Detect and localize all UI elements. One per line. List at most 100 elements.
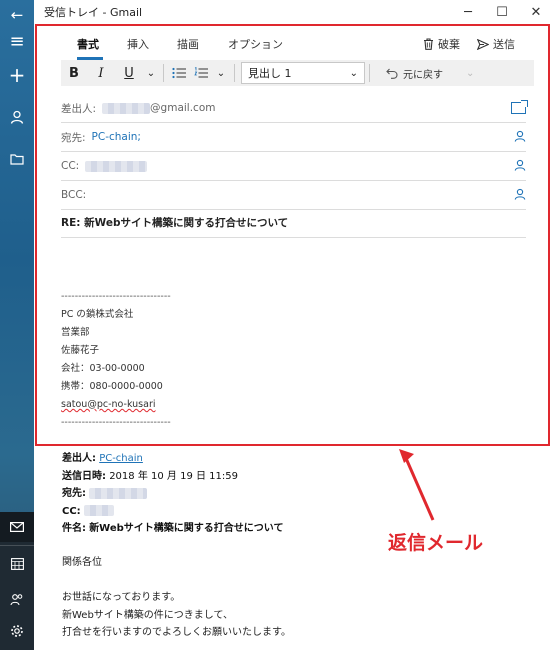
send-plane-icon: [477, 38, 489, 50]
signature-name: 佐藤花子: [61, 345, 100, 356]
toolbar-separator: [369, 64, 370, 82]
ribbon-tabs: 書式 挿入 描画 オプション 破棄 送信: [77, 36, 548, 60]
cc-value: [85, 160, 148, 172]
quoted-to: 宛先:: [62, 485, 284, 503]
from-domain: @gmail.com: [150, 102, 216, 114]
person-icon: [514, 130, 526, 142]
person-icon: [10, 110, 24, 124]
people-icon[interactable]: [0, 584, 34, 614]
italic-button[interactable]: I: [87, 60, 115, 86]
bcc-label: BCC:: [61, 189, 87, 201]
settings-gear-icon[interactable]: [0, 616, 34, 646]
hamburger-menu-icon[interactable]: ≡: [0, 26, 34, 56]
heading-style-select[interactable]: 見出し 1 ⌄: [241, 62, 365, 84]
quoted-sent-label: 送信日時:: [62, 470, 106, 482]
minimize-button[interactable]: ─: [451, 0, 485, 24]
chevron-down-icon: ⌄: [349, 67, 358, 79]
people-glyph-icon: [10, 593, 23, 605]
maximize-button[interactable]: ☐: [485, 0, 519, 24]
signature-email: satou@pc-no-kusari: [61, 399, 156, 410]
person-icon: [514, 188, 526, 200]
heading-style-value: 見出し 1: [248, 67, 292, 80]
redacted-text: [89, 487, 148, 499]
bcc-field[interactable]: BCC:: [61, 181, 526, 210]
font-options-dropdown[interactable]: ⌄: [143, 60, 159, 86]
signature-company: PC の鎖株式会社: [61, 309, 134, 320]
quoted-subject-value: 新Webサイト構築に関する打合せについて: [89, 523, 284, 534]
annotation-arrow: [399, 449, 435, 521]
tab-draw[interactable]: 描画: [177, 36, 199, 52]
popout-icon[interactable]: [511, 100, 528, 114]
quoted-body: 関係各位 お世話になっております。 新Webサイト構築の件につきまして、 打合せ…: [62, 554, 291, 642]
cc-field[interactable]: CC:: [61, 152, 526, 181]
from-label: 差出人:: [61, 102, 97, 115]
signature-office-phone: 会社：03-00-0000: [61, 363, 145, 374]
redacted-text: [102, 102, 151, 114]
bullet-list-button[interactable]: [168, 60, 190, 86]
send-button[interactable]: 送信: [477, 36, 515, 52]
undo-arrow-icon: [386, 68, 398, 79]
signature-department: 営業部: [61, 327, 90, 338]
person-icon: [514, 159, 526, 171]
redacted-text: [83, 505, 114, 516]
signature-block[interactable]: -------------------------------- PC の鎖株式…: [61, 288, 171, 432]
bold-button[interactable]: B: [61, 60, 87, 86]
quoted-to-label: 宛先:: [62, 488, 86, 499]
mail-icon[interactable]: [0, 512, 34, 542]
to-recipient[interactable]: PC-chain;: [92, 131, 141, 143]
tab-options[interactable]: オプション: [228, 36, 283, 52]
from-value: @gmail.com: [102, 102, 215, 114]
quoted-subject-label: 件名:: [62, 523, 86, 534]
toolbar-separator: [234, 64, 235, 82]
add-to-contact-icon[interactable]: [514, 130, 526, 145]
undo-button[interactable]: 元に戻す ⌄: [386, 66, 474, 81]
quoted-from-label: 差出人:: [62, 453, 96, 464]
format-toolbar: B I U ⌄ ⌄ 見出し 1 ⌄ 元に戻す ⌄: [61, 60, 534, 86]
quoted-subject: 件名: 新Webサイト構築に関する打合せについて: [62, 520, 284, 538]
bullet-list-icon: [171, 67, 186, 79]
calendar-icon[interactable]: [0, 548, 34, 578]
tab-format[interactable]: 書式: [77, 36, 103, 60]
underline-button[interactable]: U: [115, 60, 143, 86]
subject-field[interactable]: RE: 新Webサイト構築に関する打合せについて: [61, 208, 526, 238]
new-mail-icon[interactable]: +: [0, 60, 34, 90]
signature-divider: --------------------------------: [61, 417, 171, 428]
signature-divider: --------------------------------: [61, 291, 171, 302]
rail-divider: [0, 545, 34, 546]
title-bar: 受信トレイ - Gmail ─ ☐ ✕: [34, 0, 553, 24]
add-cc-contact-icon[interactable]: [514, 159, 526, 174]
add-bcc-contact-icon[interactable]: [514, 188, 526, 203]
undo-label: 元に戻す: [403, 69, 443, 81]
accounts-icon[interactable]: [0, 102, 34, 132]
body-line: 新Webサイト構築の件につきまして、: [62, 609, 234, 621]
toolbar-separator: [163, 64, 164, 82]
to-field[interactable]: 宛先: PC-chain;: [61, 123, 526, 152]
body-line: 打合せを行いますのでよろしくお願いいたします。: [62, 627, 291, 638]
tab-label: 書式: [77, 38, 99, 51]
reply-compose-pane: 書式 挿入 描画 オプション 破棄 送信 B I U ⌄ ⌄ 見出し 1 ⌄ 元…: [35, 24, 550, 446]
window-title: 受信トレイ - Gmail: [44, 6, 143, 19]
send-label: 送信: [493, 38, 515, 51]
list-options-dropdown[interactable]: ⌄: [212, 60, 230, 86]
trash-icon: [424, 38, 433, 50]
quoted-from-link[interactable]: PC-chain: [99, 453, 143, 464]
body-line: お世話になっております。: [62, 592, 181, 603]
navigation-rail: ← ≡ +: [0, 0, 34, 650]
redacted-text: [85, 160, 148, 172]
close-button[interactable]: ✕: [519, 0, 553, 24]
quoted-cc: CC:: [62, 503, 284, 521]
quoted-cc-label: CC:: [62, 505, 81, 517]
gear-icon: [11, 625, 23, 637]
discard-button[interactable]: 破棄: [423, 36, 460, 52]
cc-label: CC:: [61, 160, 80, 172]
from-field[interactable]: 差出人: @gmail.com: [61, 94, 528, 123]
numbered-list-icon: [193, 67, 208, 78]
chevron-down-icon: ⌄: [216, 67, 226, 79]
tab-insert[interactable]: 挿入: [127, 36, 149, 52]
numbered-list-button[interactable]: [190, 60, 212, 86]
calendar-glyph-icon: [10, 557, 24, 570]
body-greeting: 関係各位: [62, 557, 102, 568]
folders-icon[interactable]: [0, 144, 34, 174]
quoted-from: 差出人: PC-chain: [62, 450, 284, 468]
